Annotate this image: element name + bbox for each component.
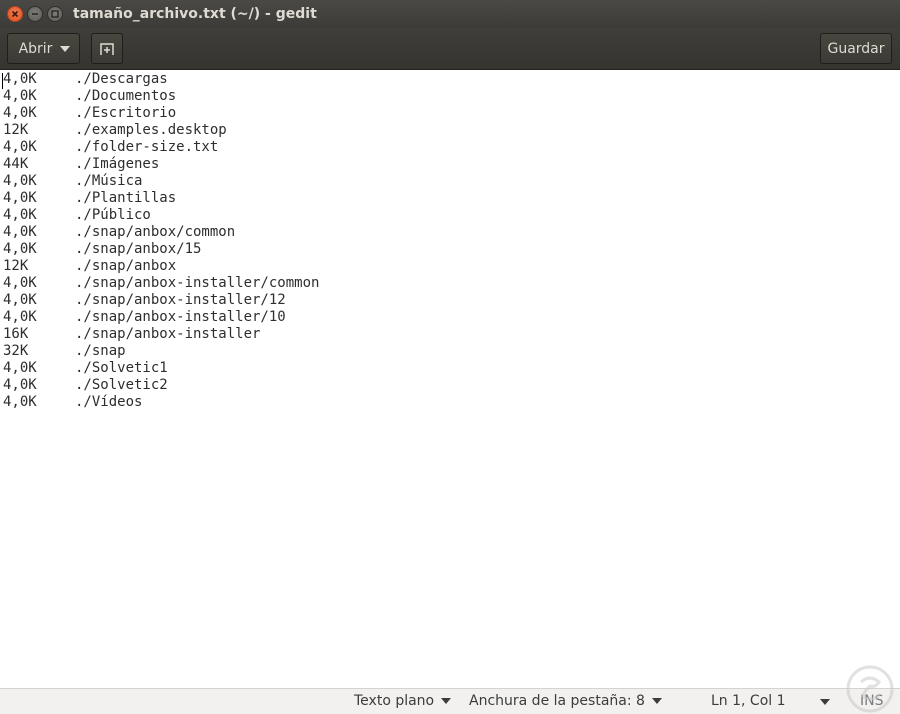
open-button-label: Abrir bbox=[18, 40, 53, 57]
minimize-window-button[interactable] bbox=[27, 6, 43, 22]
editor-line: 4,0K ./Público bbox=[3, 207, 151, 224]
line-size: 32K bbox=[3, 343, 29, 359]
line-size: 4,0K bbox=[3, 241, 37, 257]
close-window-button[interactable] bbox=[7, 6, 23, 22]
maximize-window-button[interactable] bbox=[47, 6, 63, 22]
line-size: 4,0K bbox=[3, 394, 37, 410]
line-path: ./Público bbox=[75, 207, 151, 223]
line-size: 4,0K bbox=[3, 292, 37, 308]
text-cursor bbox=[2, 73, 3, 89]
editor-line: 12K ./snap/anbox bbox=[3, 258, 176, 275]
line-path: ./snap/anbox bbox=[75, 258, 177, 274]
editor-line: 4,0K ./Solvetic1 bbox=[3, 360, 168, 377]
maximize-icon bbox=[51, 10, 59, 18]
line-size: 4,0K bbox=[3, 105, 37, 121]
line-path: ./Descargas bbox=[75, 71, 168, 87]
line-size: 4,0K bbox=[3, 275, 37, 291]
line-size: 4,0K bbox=[3, 224, 37, 240]
editor-line: 4,0K ./snap/anbox/15 bbox=[3, 241, 201, 258]
line-size: 4,0K bbox=[3, 309, 37, 325]
status-bar: Texto plano Anchura de la pestaña: 8 Ln … bbox=[0, 688, 900, 714]
line-size: 4,0K bbox=[3, 190, 37, 206]
line-path: ./snap/anbox-installer/12 bbox=[75, 292, 286, 308]
cursor-position-label: Ln 1, Col 1 bbox=[711, 693, 786, 709]
line-size: 12K bbox=[3, 258, 29, 274]
line-path: ./Música bbox=[75, 173, 143, 189]
line-path: ./snap/anbox-installer/10 bbox=[75, 309, 286, 325]
editor-line: 4,0K ./Solvetic2 bbox=[3, 377, 168, 394]
line-size: 4,0K bbox=[3, 71, 37, 87]
line-path: ./Imágenes bbox=[75, 156, 160, 172]
line-size: 4,0K bbox=[3, 88, 37, 104]
tab-width-selector[interactable]: Anchura de la pestaña: 8 bbox=[469, 693, 662, 709]
chevron-down-icon bbox=[60, 45, 71, 52]
line-size: 4,0K bbox=[3, 377, 37, 393]
editor-line: 4,0K ./Descargas bbox=[3, 71, 168, 88]
editor-line: 32K ./snap bbox=[3, 343, 126, 360]
save-button[interactable]: Guardar bbox=[820, 33, 892, 64]
cursor-position[interactable]: Ln 1, Col 1 bbox=[711, 693, 786, 709]
chevron-down-icon bbox=[651, 698, 662, 704]
line-size: 12K bbox=[3, 122, 29, 138]
line-path: ./snap/anbox-installer/common bbox=[75, 275, 320, 291]
editor-line: 4,0K ./Documentos bbox=[3, 88, 176, 105]
chevron-down-icon[interactable] bbox=[820, 699, 830, 705]
editor-line: 4,0K ./Escritorio bbox=[3, 105, 176, 122]
line-size: 4,0K bbox=[3, 360, 37, 376]
line-path: ./snap/anbox/common bbox=[75, 224, 236, 240]
line-path: ./Plantillas bbox=[75, 190, 177, 206]
editor-line: 16K ./snap/anbox-installer bbox=[3, 326, 260, 343]
editor-line: 44K ./Imágenes bbox=[3, 156, 159, 173]
minimize-icon bbox=[32, 13, 38, 15]
line-size: 44K bbox=[3, 156, 29, 172]
line-size: 4,0K bbox=[3, 173, 37, 189]
language-label: Texto plano bbox=[354, 693, 435, 709]
new-tab-button[interactable] bbox=[91, 33, 123, 64]
line-path: ./snap/anbox/15 bbox=[75, 241, 202, 257]
line-path: ./examples.desktop bbox=[75, 122, 227, 138]
line-path: ./Escritorio bbox=[75, 105, 177, 121]
language-selector[interactable]: Texto plano bbox=[354, 693, 452, 709]
line-path: ./snap bbox=[75, 343, 126, 359]
save-button-label: Guardar bbox=[827, 40, 885, 57]
editor-line: 4,0K ./Plantillas bbox=[3, 190, 176, 207]
text-editor[interactable]: 4,0K ./Descargas 4,0K ./Documentos 4,0K ./E… bbox=[0, 71, 900, 688]
line-path: ./Solvetic2 bbox=[75, 377, 168, 393]
new-tab-icon bbox=[100, 42, 114, 55]
line-path: ./folder-size.txt bbox=[75, 139, 219, 155]
editor-line: 4,0K ./Música bbox=[3, 173, 142, 190]
tab-width-label: Anchura de la pestaña: 8 bbox=[469, 693, 645, 709]
line-size: 4,0K bbox=[3, 139, 37, 155]
editor-line: 12K ./examples.desktop bbox=[3, 122, 227, 139]
editor-line: 4,0K ./snap/anbox-installer/12 bbox=[3, 292, 286, 309]
editor-line: 4,0K ./snap/anbox/common bbox=[3, 224, 235, 241]
open-button[interactable]: Abrir bbox=[7, 33, 80, 64]
header-bar: Abrir Guardar bbox=[0, 28, 900, 70]
editor-line: 4,0K ./snap/anbox-installer/10 bbox=[3, 309, 286, 326]
line-path: ./snap/anbox-installer bbox=[75, 326, 261, 342]
close-icon bbox=[11, 10, 19, 18]
line-path: ./Documentos bbox=[75, 88, 177, 104]
line-size: 16K bbox=[3, 326, 29, 342]
title-bar: tamaño_archivo.txt (~/) - gedit bbox=[0, 0, 900, 28]
editor-line: 4,0K ./snap/anbox-installer/common bbox=[3, 275, 319, 292]
watermark-logo bbox=[846, 665, 894, 713]
line-path: ./Solvetic1 bbox=[75, 360, 168, 376]
line-path: ./Vídeos bbox=[75, 394, 143, 410]
editor-line: 4,0K ./folder-size.txt bbox=[3, 139, 218, 156]
chevron-down-icon bbox=[441, 698, 452, 704]
window-title: tamaño_archivo.txt (~/) - gedit bbox=[73, 6, 317, 22]
line-size: 4,0K bbox=[3, 207, 37, 223]
editor-line: 4,0K ./Vídeos bbox=[3, 394, 142, 411]
